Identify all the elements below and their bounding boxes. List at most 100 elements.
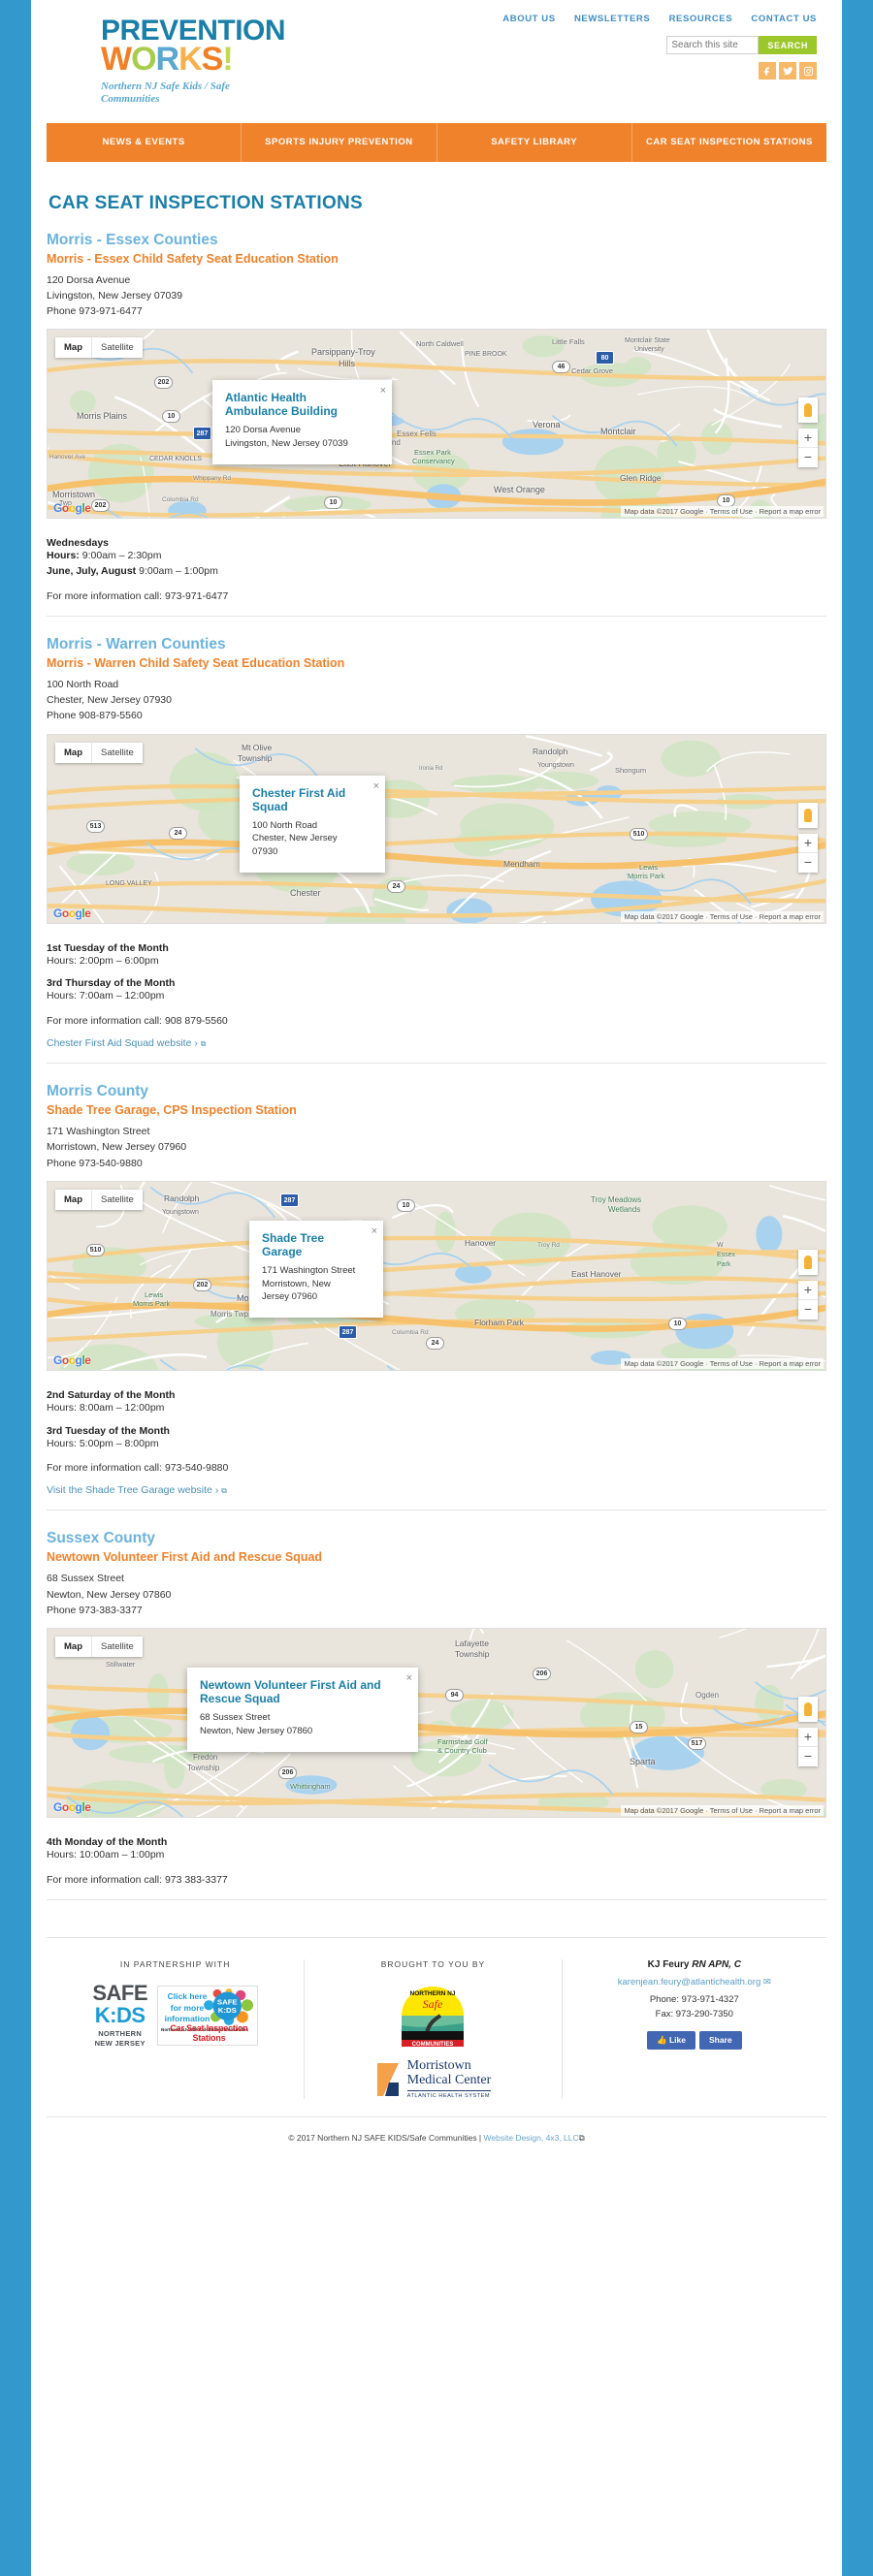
map-zoom-control[interactable]: + − — [798, 833, 818, 873]
instagram-icon[interactable] — [799, 62, 817, 80]
hours-day: 4th Monday of the Month — [47, 1836, 168, 1849]
street-view-pegman-icon[interactable] — [798, 1697, 818, 1723]
safe-kids-sub1: NORTHERN — [98, 2029, 143, 2039]
map-route-shield: 46 — [552, 361, 570, 374]
map-type-map[interactable]: Map — [55, 1190, 91, 1210]
info-window-address: 68 Sussex Street Newton, New Jersey 07860 — [200, 1712, 313, 1736]
station-website-link[interactable]: Visit the Shade Tree Garage website › ⧉ — [47, 1484, 826, 1496]
zoom-in-button[interactable]: + — [798, 429, 818, 449]
map-type-map[interactable]: Map — [55, 337, 91, 358]
map-label: Florham Park — [474, 1317, 525, 1327]
info-window-address: 120 Dorsa Avenue Livingston, New Jersey 0… — [225, 425, 348, 450]
map-type-control[interactable]: Map Satellite — [55, 1637, 143, 1658]
car-seat-inspection-banner[interactable]: Click here for more information SAFE K:D… — [157, 1986, 258, 2047]
map-label: Troy Rd — [537, 1241, 560, 1249]
map-route-shield: 80 — [596, 351, 614, 366]
facebook-icon[interactable] — [759, 62, 776, 80]
topnav-item-resources[interactable]: RESOURCES — [669, 14, 733, 24]
close-icon[interactable]: × — [380, 385, 386, 397]
location-map[interactable]: Parsippany-Troy Hills PINE BROOK Little Fal… — [47, 329, 826, 520]
mmc-line2: Medical Center — [406, 2072, 492, 2087]
map-route-shield: 202 — [91, 499, 110, 513]
map-zoom-control[interactable]: + − — [798, 429, 818, 468]
topnav-item-about-us[interactable]: ABOUT US — [502, 14, 555, 24]
map-label: Fredon — [193, 1753, 218, 1763]
hours-line: Hours: 2:00pm – 6:00pm — [47, 954, 159, 967]
station-call-info: For more information call: 973 383-3377 — [47, 1873, 228, 1886]
station-website-link[interactable]: Chester First Aid Squad website › ⧉ — [47, 1037, 826, 1049]
contact-email[interactable]: karenjean.feury@atlantichealth.org ✉ — [576, 1977, 813, 1988]
page-title: CAR SEAT INSPECTION STATIONS — [48, 192, 364, 213]
nav-item-safety-library[interactable]: SAFETY LIBRARY — [436, 123, 631, 162]
nav-item-sports-injury-prevention[interactable]: SPORTS INJURY PREVENTION — [241, 123, 436, 162]
station-section: Sussex County Newtown Volunteer First Aid… — [47, 1530, 826, 1900]
map-route-shield: 206 — [278, 1766, 297, 1780]
map-type-control[interactable]: Map Satellite — [55, 742, 143, 763]
search-input[interactable] — [666, 36, 760, 54]
map-type-map[interactable]: Map — [55, 743, 91, 763]
svg-text:COMMUNITIES: COMMUNITIES — [412, 2042, 454, 2047]
map-type-satellite[interactable]: Satellite — [91, 337, 143, 359]
zoom-out-button[interactable]: − — [798, 853, 818, 873]
northern-nj-safe-communities-logo[interactable]: COMMUNITIES Safe NORTHERN NJ — [398, 1983, 468, 2048]
twitter-icon[interactable] — [779, 62, 796, 80]
map-label: Columbia Rd — [162, 496, 199, 504]
map-zoom-control[interactable]: + − — [798, 1280, 818, 1320]
zoom-out-button[interactable]: − — [798, 448, 818, 467]
map-type-satellite[interactable]: Satellite — [91, 1189, 143, 1210]
map-label: Lewis — [639, 862, 659, 872]
map-label: Sparta — [630, 1757, 656, 1767]
facebook-share-button[interactable]: Share — [698, 2031, 742, 2051]
contact-name: KJ Feury RN APN, C — [647, 1958, 741, 1970]
map-route-shield: 202 — [154, 376, 173, 390]
map-label: Hanover — [465, 1237, 497, 1248]
map-type-control[interactable]: Map Satellite — [55, 1189, 143, 1210]
main-navigation: NEWS & EVENTS SPORTS INJURY PREVENTION S… — [47, 123, 826, 162]
zoom-out-button[interactable]: − — [798, 1300, 818, 1320]
nav-item-car-seat-inspection-stations[interactable]: CAR SEAT INSPECTION STATIONS — [630, 123, 826, 162]
facebook-like-button[interactable]: 👍 Like — [647, 2031, 695, 2051]
map-type-control[interactable]: Map Satellite — [55, 337, 143, 359]
map-label: North Caldwell — [416, 339, 464, 349]
safe-kids-logo[interactable]: SAFE K:DS NORTHERN NEW JERSEY — [92, 1982, 147, 2049]
map-route-shield: 202 — [193, 1278, 211, 1291]
website-design-link[interactable]: Website Design, 4x3, LLC — [484, 2133, 579, 2143]
map-label: Morris Park — [133, 1298, 171, 1308]
search-button[interactable]: SEARCH — [759, 36, 817, 54]
map-type-satellite[interactable]: Satellite — [91, 1637, 143, 1658]
map-label: Cedar Grove — [571, 366, 613, 376]
topnav-item-newsletters[interactable]: NEWSLETTERS — [574, 14, 650, 24]
site-logo[interactable]: PREVENTION WORKS! Northern NJ Safe Kids … — [52, 14, 372, 106]
mmc-text: Morristown Medical Center ATLANTIC HEALT… — [406, 2058, 492, 2099]
map-zoom-control[interactable]: + − — [798, 1728, 818, 1767]
map-route-shield: 510 — [630, 827, 648, 841]
map-label: Morris Park — [628, 871, 665, 880]
location-map[interactable]: Randolph Youngstown Troy Meadows Wetlands Ha… — [47, 1180, 826, 1371]
street-view-pegman-icon[interactable] — [798, 802, 818, 828]
zoom-in-button[interactable]: + — [798, 834, 818, 853]
street-view-pegman-icon[interactable] — [798, 1249, 818, 1275]
morristown-medical-center-logo[interactable]: Morristown Medical Center ATLANTIC HEALT… — [318, 2058, 547, 2099]
location-map[interactable]: LafayetteTownshipOgdenNewtonFarmstead Go… — [47, 1628, 826, 1819]
logo-works: WORKS! — [101, 40, 234, 78]
map-type-satellite[interactable]: Satellite — [91, 742, 143, 763]
zoom-in-button[interactable]: + — [798, 1281, 818, 1300]
close-icon[interactable]: × — [372, 1225, 377, 1237]
street-view-pegman-icon[interactable] — [798, 398, 818, 424]
map-label: Glen Ridge — [620, 473, 662, 484]
map-type-map[interactable]: Map — [55, 1637, 91, 1657]
external-link-icon: ⧉ — [200, 1039, 207, 1049]
map-route-shield: 10 — [397, 1198, 415, 1212]
close-icon[interactable]: × — [406, 1672, 412, 1684]
svg-text:SAFE: SAFE — [217, 1998, 238, 2007]
nav-item-news-events[interactable]: NEWS & EVENTS — [47, 123, 241, 161]
site-footer: IN PARTNERSHIP WITH SAFE K:DS NORTHERN N… — [47, 1936, 826, 2116]
topnav-item-contact-us[interactable]: CONTACT US — [751, 14, 817, 24]
location-map[interactable]: Mt OliveTownshipRandolphSuccasunnaFLANDE… — [47, 733, 826, 924]
partner-logos: SAFE K:DS NORTHERN NEW JERSEY Click here… — [60, 1982, 290, 2049]
mmc-line3: ATLANTIC HEALTH SYSTEM — [406, 2090, 492, 2099]
zoom-in-button[interactable]: + — [798, 1728, 818, 1748]
close-icon[interactable]: × — [373, 780, 379, 792]
zoom-out-button[interactable]: − — [798, 1747, 818, 1766]
station-name: Morris - Essex Child Safety Seat Educati… — [47, 251, 339, 266]
